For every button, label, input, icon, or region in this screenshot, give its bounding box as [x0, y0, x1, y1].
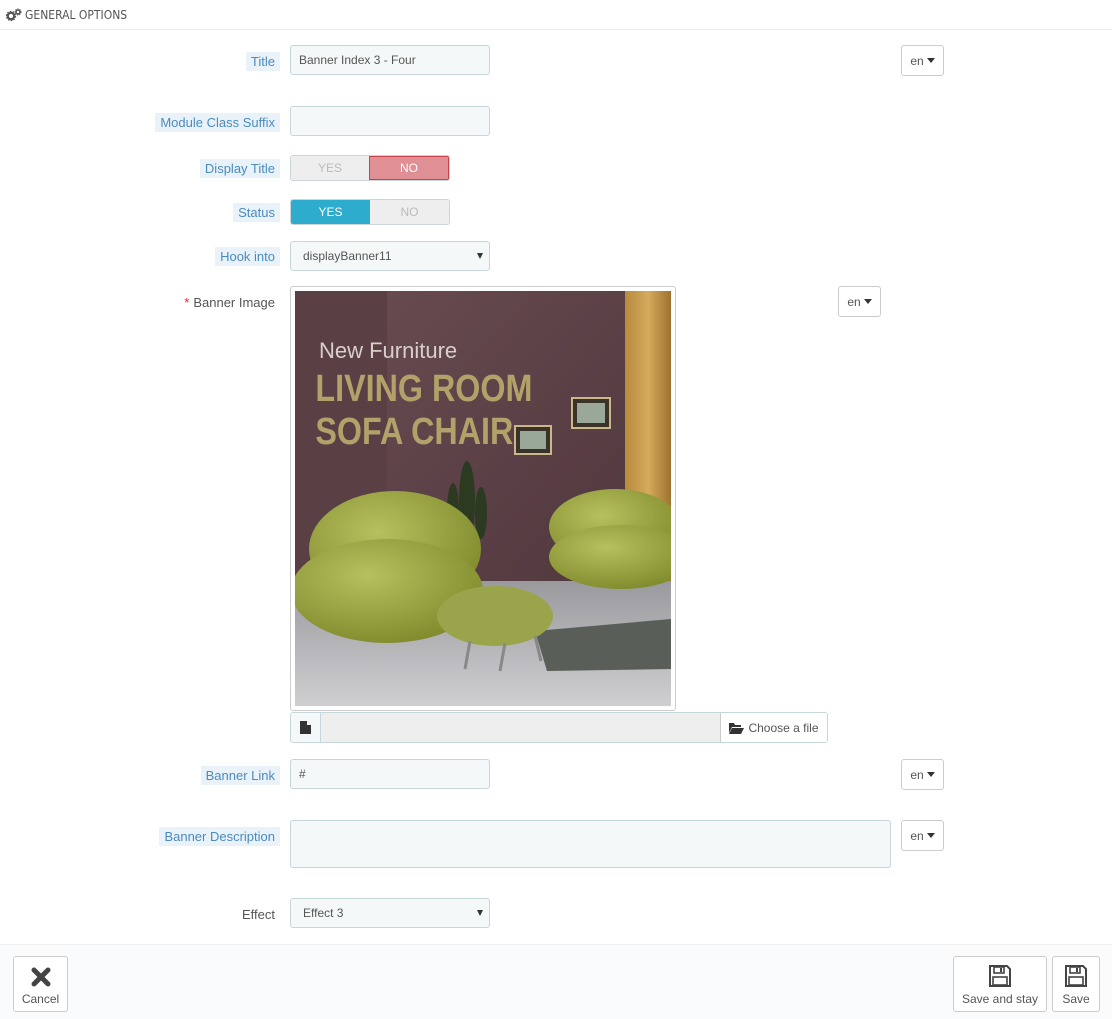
save-icon — [1065, 965, 1087, 987]
title-language-dropdown[interactable]: en — [901, 45, 944, 76]
effect-label-wrap: Effect — [242, 904, 280, 924]
save-label: Save — [1062, 992, 1090, 1006]
banner-link-value: # — [299, 767, 306, 781]
banner-description-label: Banner Description — [159, 826, 280, 846]
module-class-suffix-label: Module Class Suffix — [155, 112, 280, 132]
banner-link-label-wrap: Banner Link — [200, 765, 280, 785]
module-class-suffix-label-wrap: Module Class Suffix — [155, 112, 280, 132]
banner-image: New Furniture LIVING ROOM SOFA CHAIR — [295, 291, 671, 706]
save-icon — [989, 965, 1011, 987]
banner-description-language-dropdown[interactable]: en — [901, 820, 944, 851]
banner-image-label-text: Banner Image — [193, 294, 275, 310]
banner-link-language-label: en — [910, 767, 924, 782]
hook-into-select[interactable]: displayBanner11 — [290, 241, 490, 271]
save-and-stay-button[interactable]: Save and stay — [953, 956, 1047, 1012]
display-title-label-wrap: Display Title — [199, 158, 280, 178]
panel-footer: Cancel Save and stay Save — [0, 944, 1112, 1019]
banner-image-line2: LIVING ROOM — [315, 368, 532, 410]
banner-image-language-dropdown[interactable]: en — [838, 286, 881, 317]
banner-description-textarea[interactable] — [290, 820, 891, 868]
banner-description-language-label: en — [910, 828, 924, 843]
select-arrow-icon — [477, 253, 483, 259]
effect-select[interactable]: Effect 3 — [290, 898, 490, 928]
status-switch[interactable]: YES NO — [290, 199, 450, 225]
status-no-option[interactable]: NO — [370, 200, 449, 224]
folder-open-icon — [729, 722, 745, 734]
required-mark: * — [184, 294, 190, 310]
status-yes-option[interactable]: YES — [291, 200, 370, 224]
cogs-icon — [6, 8, 22, 21]
display-title-switch[interactable]: YES NO — [290, 155, 450, 181]
caret-down-icon — [926, 833, 935, 838]
status-label: Status — [233, 202, 280, 222]
banner-link-label: Banner Link — [200, 765, 280, 785]
display-title-yes-option[interactable]: YES — [291, 156, 369, 180]
title-language-label: en — [910, 53, 924, 68]
module-class-suffix-input[interactable] — [290, 106, 490, 136]
cancel-button[interactable]: Cancel — [13, 956, 68, 1012]
banner-image-preview: New Furniture LIVING ROOM SOFA CHAIR — [290, 286, 676, 711]
title-input[interactable]: Banner Index 3 - Four — [290, 45, 490, 75]
banner-image-line1: New Furniture — [319, 338, 457, 363]
save-and-stay-label: Save and stay — [961, 992, 1039, 1006]
hook-into-label: Hook into — [215, 246, 280, 266]
panel-heading: GENERAL OPTIONS — [0, 0, 1112, 30]
display-title-label: Display Title — [199, 158, 280, 178]
effect-label: Effect — [241, 906, 275, 922]
select-arrow-icon — [477, 910, 483, 916]
status-label-wrap: Status — [233, 202, 280, 222]
display-title-no-option[interactable]: NO — [369, 156, 449, 180]
choose-file-button[interactable]: Choose a file — [720, 713, 827, 742]
banner-link-language-dropdown[interactable]: en — [901, 759, 944, 790]
banner-image-line3: SOFA CHAIR — [315, 411, 513, 453]
title-label-wrap: Title — [245, 51, 280, 71]
title-label: Title — [245, 51, 280, 71]
banner-image-label-wrap: * Banner Image — [184, 292, 280, 312]
banner-link-input[interactable]: # — [290, 759, 490, 789]
save-button[interactable]: Save — [1052, 956, 1100, 1012]
choose-file-label: Choose a file — [748, 720, 819, 735]
caret-down-icon — [863, 299, 872, 304]
banner-image-language-label: en — [847, 294, 861, 309]
file-upload-group: Choose a file — [290, 712, 828, 743]
hook-into-label-wrap: Hook into — [215, 246, 280, 266]
cancel-label: Cancel — [21, 992, 60, 1006]
title-input-value: Banner Index 3 - Four — [299, 53, 416, 67]
hook-into-value: displayBanner11 — [303, 249, 392, 263]
banner-image-label: * Banner Image — [184, 295, 280, 310]
effect-value: Effect 3 — [303, 906, 344, 920]
file-icon — [291, 713, 321, 742]
file-name-field[interactable] — [321, 713, 720, 742]
caret-down-icon — [926, 772, 935, 777]
panel-title: GENERAL OPTIONS — [25, 7, 128, 22]
caret-down-icon — [926, 58, 935, 63]
banner-description-label-wrap: Banner Description — [159, 826, 280, 846]
close-icon — [31, 967, 50, 987]
